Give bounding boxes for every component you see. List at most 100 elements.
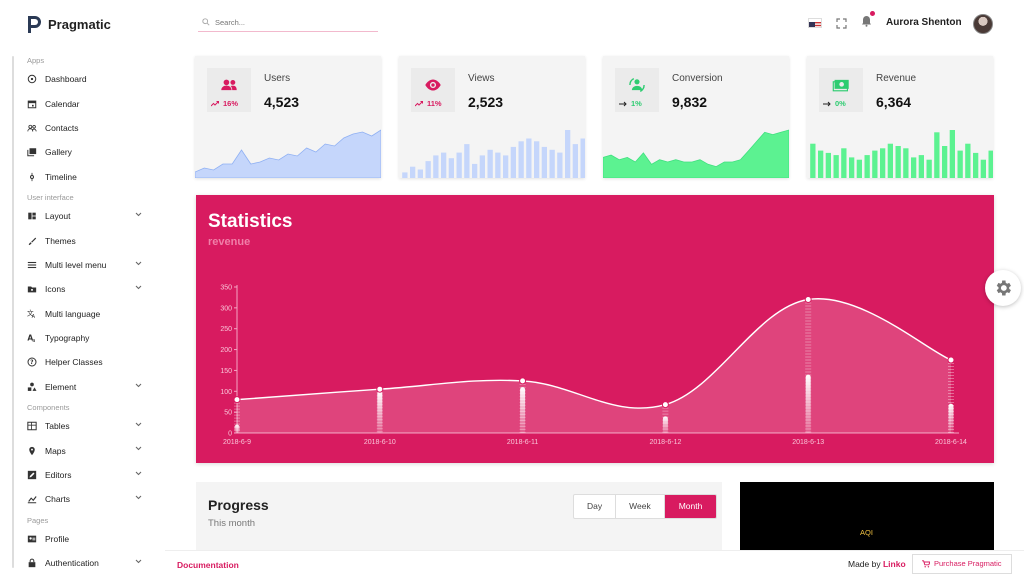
sparkline-area — [195, 129, 381, 178]
gear-icon — [996, 280, 1011, 296]
sidebar-item-label: Charts — [45, 494, 71, 505]
sidebar-item-icon — [27, 494, 41, 504]
sidebar-item-label: Maps — [45, 445, 66, 456]
sidebar-item-gallery[interactable]: Gallery — [27, 140, 152, 164]
sidebar-item-typography[interactable]: Aa Typography — [27, 326, 152, 350]
sparkline-bar — [417, 169, 423, 178]
tab-week[interactable]: Week — [616, 495, 665, 518]
y-tick-label: 150 — [220, 368, 232, 375]
us-flag-icon[interactable] — [808, 18, 822, 28]
header-actions — [808, 11, 875, 32]
sparkline-bar — [849, 157, 855, 178]
sidebar-item-helper-classes[interactable]: ? Helper Classes — [27, 350, 152, 374]
sidebar-item-themes[interactable]: Themes — [27, 228, 152, 252]
stat-card-conversion[interactable]: 1% Conversion 9,832 — [603, 56, 789, 178]
x-tick-label: 2018-6-9 — [223, 439, 251, 446]
sidebar-item-label: Element — [45, 381, 77, 392]
cart-icon — [922, 560, 930, 568]
sparkline-bar — [541, 146, 547, 178]
sidebar-item-icon — [27, 211, 41, 221]
sidebar-nav: Apps Dashboard Calendar Contacts Gallery Time… — [27, 52, 152, 575]
sidebar-scrollbar[interactable] — [12, 56, 14, 568]
sparkline-bar — [510, 146, 516, 178]
stat-card-revenue[interactable]: 0% Revenue 6,364 — [807, 56, 993, 178]
gallery-icon — [27, 148, 37, 157]
sparkline-bar — [949, 130, 955, 178]
progress-title: Progress — [208, 497, 269, 513]
sparkline-bar — [425, 161, 431, 178]
dashboard-icon — [27, 74, 37, 84]
tab-month[interactable]: Month — [664, 495, 717, 518]
tab-day[interactable]: Day — [574, 495, 617, 518]
sidebar-item-calendar[interactable]: Calendar — [27, 91, 152, 115]
chevron-down-icon — [135, 471, 142, 476]
sidebar-item-icon: ? — [27, 357, 41, 367]
trend-flat-icon — [619, 101, 627, 106]
sidebar-item-dashboard[interactable]: Dashboard — [27, 67, 152, 91]
settings-button[interactable] — [985, 270, 1021, 306]
card-sparkline — [195, 129, 381, 178]
sidebar: Pragmatic Apps Dashboard Calendar Contacts G… — [0, 0, 165, 575]
brand[interactable]: Pragmatic — [26, 14, 111, 34]
avatar[interactable] — [973, 14, 993, 34]
sidebar-item-multi-level-menu[interactable]: Multi level menu — [27, 253, 152, 277]
sidebar-item-layout[interactable]: Layout — [27, 204, 152, 228]
data-point — [804, 296, 812, 304]
card-title: Views — [468, 73, 495, 84]
sidebar-section-title: Apps — [27, 56, 45, 65]
sidebar-item-tables[interactable]: Tables — [27, 414, 152, 438]
card-icon-box: 1% — [615, 68, 659, 112]
footer: Documentation Made by Linko Purchase Pra… — [165, 550, 1024, 575]
purchase-button[interactable]: Purchase Pragmatic — [912, 554, 1012, 574]
stat-card-users[interactable]: 16% Users 4,523 — [195, 56, 381, 178]
sidebar-section-title: User interface — [27, 192, 74, 202]
typography-icon: Aa — [27, 334, 35, 344]
sidebar-item-editors[interactable]: Editors — [27, 463, 152, 487]
eye-icon — [425, 79, 441, 91]
chevron-down-icon — [135, 212, 142, 217]
money-icon — [832, 79, 849, 92]
sidebar-item-maps[interactable]: Maps — [27, 438, 152, 462]
search-bar[interactable] — [198, 13, 378, 32]
made-by: Made by Linko — [848, 559, 906, 569]
sidebar-item-label: Typography — [45, 333, 90, 344]
sparkline-bar — [980, 159, 986, 178]
made-by-brand-link[interactable]: Linko — [883, 559, 906, 569]
sidebar-item-icon — [27, 558, 41, 568]
sidebar-item-icon — [27, 123, 41, 133]
notifications-button[interactable] — [861, 11, 875, 32]
sidebar-item-contacts[interactable]: Contacts — [27, 116, 152, 140]
x-tick-label: 2018-6-12 — [649, 439, 681, 446]
help-icon: ? — [27, 357, 37, 367]
sidebar-item-authentication[interactable]: Authentication — [27, 551, 152, 575]
sidebar-item-icon: Aa — [27, 333, 41, 344]
sidebar-item-label: Themes — [45, 235, 76, 246]
search-icon — [202, 18, 210, 26]
sparkline-bar — [810, 143, 816, 178]
sidebar-item-element[interactable]: Element — [27, 375, 152, 399]
calendar-icon — [27, 100, 37, 108]
sidebar-item-charts[interactable]: Charts — [27, 487, 152, 511]
fullscreen-icon[interactable] — [836, 17, 847, 29]
maps-icon — [29, 446, 35, 455]
card-value: 6,364 — [876, 94, 912, 110]
card-change-value: 0% — [835, 99, 846, 108]
sidebar-item-profile[interactable]: Profile — [27, 527, 152, 551]
search-input[interactable] — [215, 17, 365, 27]
chevron-down-icon — [135, 447, 142, 451]
sidebar-item-multi-language[interactable]: 文 A Multi language — [27, 302, 152, 326]
documentation-link[interactable]: Documentation — [177, 560, 239, 570]
trend-up-icon — [211, 100, 219, 106]
stat-card-views[interactable]: 11% Views 2,523 — [399, 56, 585, 178]
x-tick-label: 2018-6-10 — [364, 439, 396, 446]
element-icon — [27, 382, 37, 391]
sidebar-item-timeline[interactable]: Timeline — [27, 165, 152, 189]
card-value: 9,832 — [672, 94, 708, 110]
user-name[interactable]: Aurora Shenton — [886, 17, 962, 28]
x-tick-label: 2018-6-13 — [792, 439, 824, 446]
sidebar-item-label: Helper Classes — [45, 357, 103, 368]
card-title: Conversion — [672, 73, 723, 84]
users-icon — [221, 79, 237, 91]
tables-icon — [27, 422, 37, 431]
sidebar-item-icons[interactable]: Icons — [27, 277, 152, 301]
